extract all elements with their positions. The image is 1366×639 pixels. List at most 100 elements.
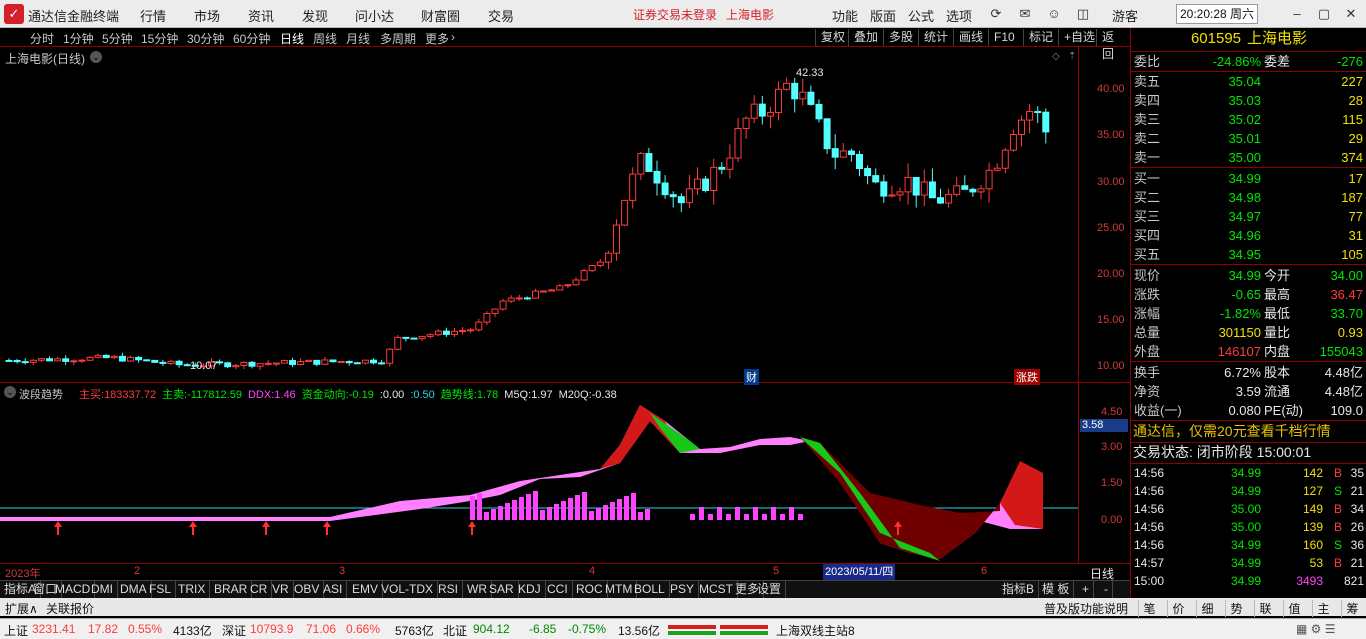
- tool-f10[interactable]: F10: [988, 29, 1020, 46]
- trade-login-warning[interactable]: 证券交易未登录: [633, 6, 717, 23]
- indicator-tab[interactable]: RSI: [434, 581, 464, 598]
- candle-body: [353, 362, 361, 365]
- stock-name-link[interactable]: 上海电影: [726, 6, 774, 23]
- menu-xuanxiang[interactable]: 选项: [946, 6, 972, 25]
- promo-link[interactable]: 通达信，仅需20元查看千档行情: [1133, 422, 1366, 441]
- tool-diejia[interactable]: 叠加: [848, 29, 883, 46]
- indicator-tab[interactable]: KDJ: [514, 581, 546, 598]
- indicator-tab-right[interactable]: +: [1078, 581, 1095, 598]
- panel-tab-7[interactable]: 筹: [1341, 600, 1363, 617]
- close-icon[interactable]: ✕: [1340, 4, 1362, 24]
- ask-row[interactable]: 卖四 35.03 28: [1131, 91, 1366, 110]
- bid-row[interactable]: 买四 34.96 31: [1131, 226, 1366, 245]
- indicator-tab-right[interactable]: 模 板: [1038, 581, 1075, 598]
- candle-body: [289, 360, 296, 365]
- indicator-tab[interactable]: ASI: [319, 581, 348, 598]
- indicator-chart[interactable]: ⌄ 波段趋势 主买:183337.72 主卖:-117812.59 DDX:1.46…: [0, 383, 1130, 563]
- system-tray-icon[interactable]: ▦ ⚙ ☰: [1296, 622, 1336, 636]
- indicator-tab[interactable]: VOL-TDX: [377, 581, 439, 598]
- ddx-bar: [491, 509, 496, 520]
- menu-wenxiaoda[interactable]: 问小达: [355, 6, 394, 25]
- indicator-tab-right[interactable]: -: [1100, 581, 1113, 598]
- panel-tab-5[interactable]: 值: [1283, 600, 1305, 617]
- guest-label[interactable]: 游客: [1112, 6, 1138, 25]
- indicator-tab[interactable]: BOLL: [630, 581, 670, 598]
- y-tick-label: 10.00: [1097, 360, 1125, 372]
- menu-gongneng[interactable]: 功能: [832, 6, 858, 25]
- menu-hangqing[interactable]: 行情: [140, 6, 166, 25]
- period-30min[interactable]: 30分钟: [187, 30, 224, 47]
- bid-row[interactable]: 买二 34.98 187: [1131, 188, 1366, 207]
- title-bar: ✓ 通达信金融终端 行情 市场 资讯 发现 问小达 财富圈 交易 证券交易未登录…: [0, 0, 1366, 28]
- feature-note-link[interactable]: 普及版功能说明: [1044, 600, 1128, 617]
- tool-biaoji[interactable]: 标记: [1023, 29, 1058, 46]
- panel-tab-6[interactable]: 主: [1312, 600, 1334, 617]
- tool-huaxian[interactable]: 画线: [953, 29, 988, 46]
- minimize-icon[interactable]: –: [1286, 4, 1308, 24]
- period-1min[interactable]: 1分钟: [63, 30, 94, 47]
- refresh-icon[interactable]: ⟳: [985, 4, 1007, 24]
- menu-caifuquan[interactable]: 财富圈: [421, 6, 460, 25]
- panel-tab-4[interactable]: 联: [1254, 600, 1276, 617]
- period-monthly[interactable]: 月线: [346, 30, 370, 47]
- y-axis-line: [1078, 383, 1079, 563]
- kline-chart[interactable]: 上海电影(日线) ⌄ ◇ ⇡ 40.00 35.00 30.00 25.00 2…: [0, 47, 1130, 385]
- bid-row[interactable]: 买一 34.99 17: [1131, 169, 1366, 188]
- period-15min[interactable]: 15分钟: [141, 30, 178, 47]
- period-daily[interactable]: 日线: [280, 30, 304, 47]
- bid-row[interactable]: 买三 34.97 77: [1131, 207, 1366, 226]
- ddx-bar: [735, 507, 740, 520]
- menu-banmian[interactable]: 版面: [870, 6, 896, 25]
- tool-duogu[interactable]: 多股: [883, 29, 918, 46]
- related-quote-button[interactable]: 关联报价: [46, 600, 94, 617]
- server-name[interactable]: 上海双线主站8: [776, 622, 855, 639]
- menu-gongshi[interactable]: 公式: [908, 6, 934, 25]
- tick-time: 14:56: [1134, 484, 1165, 498]
- menu-shichang[interactable]: 市场: [194, 6, 220, 25]
- expand-button[interactable]: 扩展∧: [5, 600, 38, 617]
- period-more[interactable]: 更多: [425, 30, 449, 47]
- candle-body: [661, 182, 669, 196]
- bid-row[interactable]: 买五 34.95 105: [1131, 245, 1366, 264]
- panel-tab-2[interactable]: 细: [1196, 600, 1218, 617]
- indicator-tab[interactable]: TRIX: [174, 581, 211, 598]
- ask-row[interactable]: 卖三 35.02 115: [1131, 110, 1366, 129]
- chevron-right-icon[interactable]: ›: [451, 30, 455, 44]
- bz-index-pct: -0.75%: [568, 622, 607, 636]
- bz-index-label[interactable]: 北证: [443, 622, 467, 639]
- maximize-icon[interactable]: ▢: [1313, 4, 1335, 24]
- indicator-tab[interactable]: FSL: [145, 581, 177, 598]
- ask-label: 卖四: [1134, 93, 1161, 108]
- tool-fuquan[interactable]: 复权: [815, 29, 850, 46]
- buy-arrow-icon: [323, 521, 331, 535]
- period-5min[interactable]: 5分钟: [102, 30, 133, 47]
- period-60min[interactable]: 60分钟: [233, 30, 270, 47]
- ask-row[interactable]: 卖二 35.01 29: [1131, 129, 1366, 148]
- skin-icon[interactable]: ◫: [1072, 4, 1094, 24]
- indicator-tab[interactable]: CCI: [543, 581, 573, 598]
- bz-index-value: 904.12: [473, 622, 510, 636]
- period-fenshi[interactable]: 分时: [30, 30, 54, 47]
- tool-back[interactable]: 返回: [1096, 29, 1130, 61]
- menu-zixun[interactable]: 资讯: [248, 6, 274, 25]
- sz-index-label[interactable]: 深证: [222, 622, 246, 639]
- ask-row[interactable]: 卖一 35.00 374: [1131, 148, 1366, 167]
- indicator-tab-right[interactable]: 指标B: [998, 581, 1040, 598]
- ask-row[interactable]: 卖五 35.04 227: [1131, 72, 1366, 91]
- indicator-tab[interactable]: 设置: [753, 581, 787, 598]
- sh-index-label[interactable]: 上证: [4, 622, 28, 639]
- menu-faxian[interactable]: 发现: [302, 6, 328, 25]
- ddx-bar: [603, 505, 608, 520]
- tool-add-watchlist[interactable]: +自选: [1058, 29, 1100, 46]
- mail-icon[interactable]: ✉: [1014, 4, 1036, 24]
- chat-icon[interactable]: ☺: [1043, 4, 1065, 24]
- panel-tab-3[interactable]: 势: [1225, 600, 1247, 617]
- panel-tab-1[interactable]: 价: [1167, 600, 1189, 617]
- candle-body: [969, 188, 977, 193]
- period-multi[interactable]: 多周期: [380, 30, 416, 47]
- indicator-tab[interactable]: DMI: [87, 581, 118, 598]
- panel-tab-0[interactable]: 笔: [1138, 600, 1160, 617]
- period-weekly[interactable]: 周线: [313, 30, 337, 47]
- menu-jiaoyi[interactable]: 交易: [488, 6, 514, 25]
- tool-tongji[interactable]: 统计: [918, 29, 953, 46]
